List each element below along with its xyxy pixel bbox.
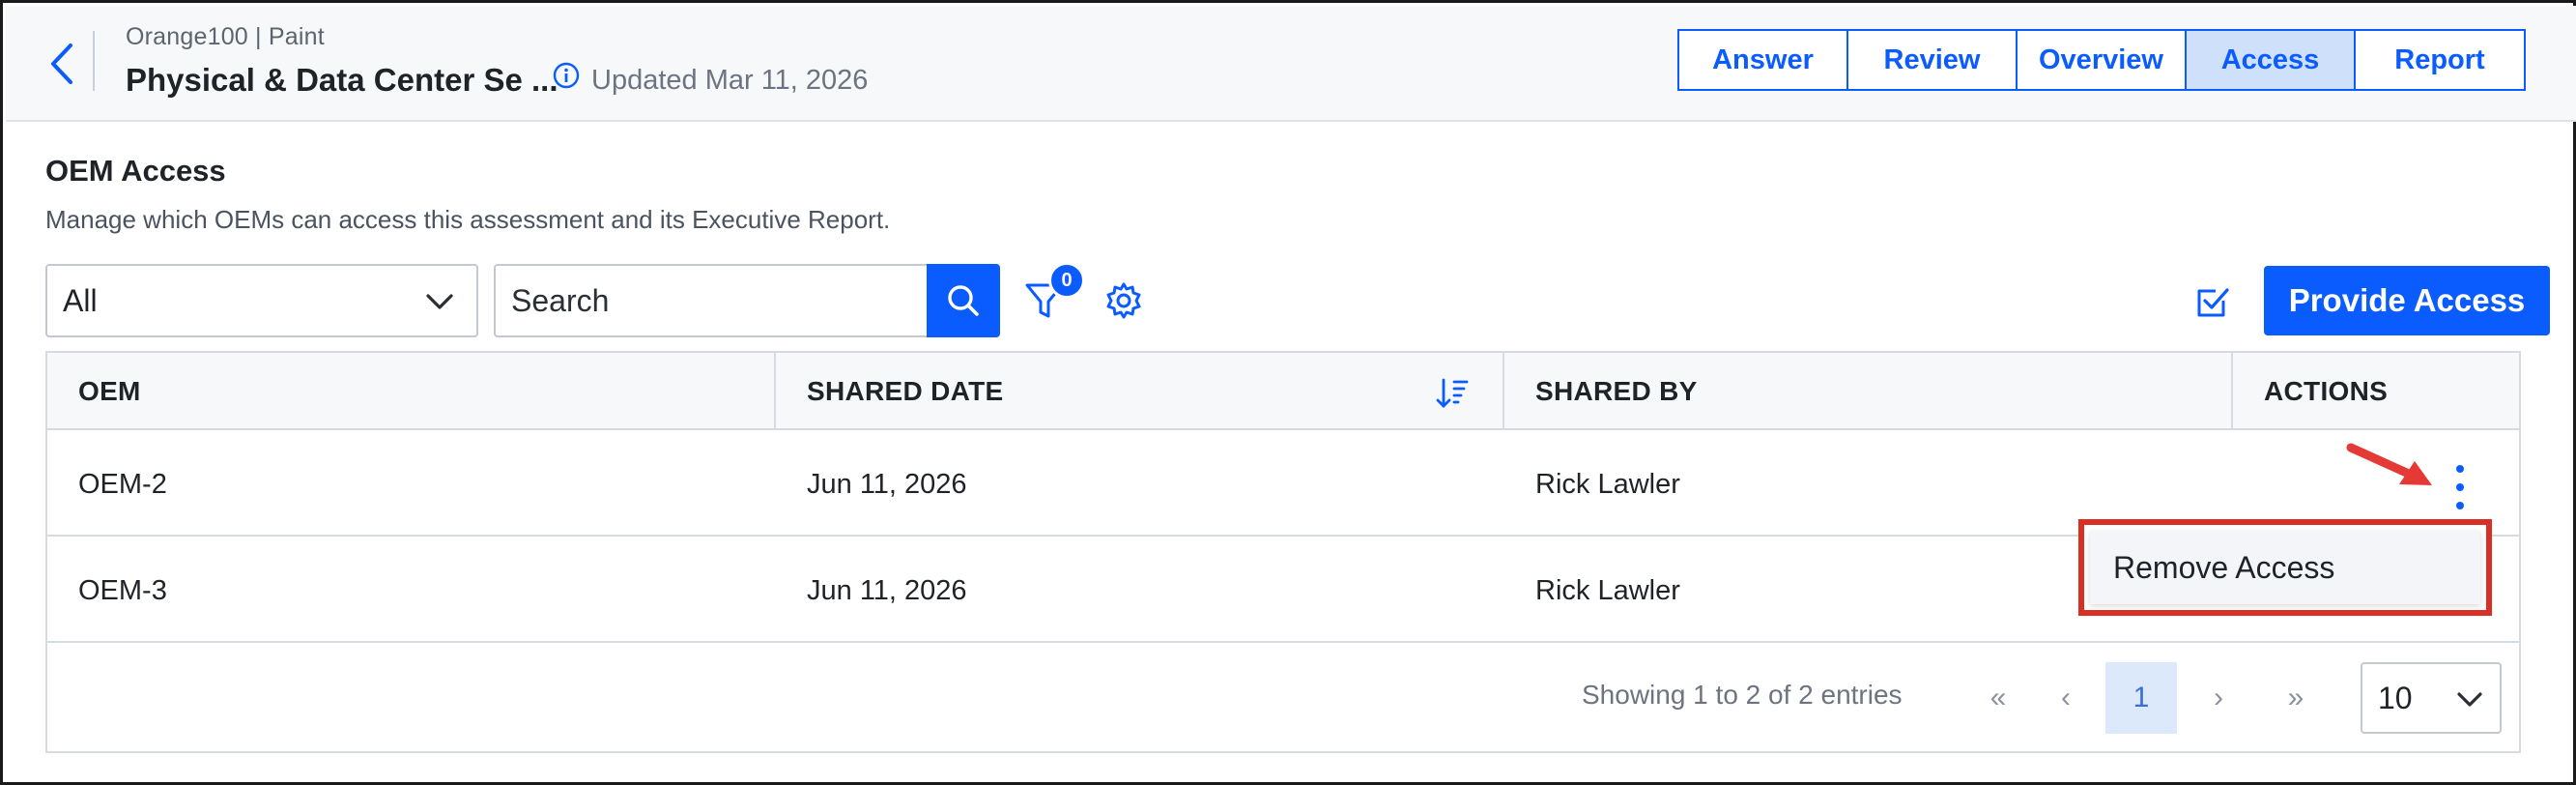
- filter-count-badge: 0: [1048, 262, 1085, 299]
- first-page-button[interactable]: «: [1962, 662, 2034, 734]
- tab-overview[interactable]: Overview: [2018, 31, 2187, 89]
- header-divider: [93, 31, 95, 91]
- remove-access-menu-item[interactable]: Remove Access: [2090, 531, 2480, 604]
- oem-filter-select[interactable]: All: [45, 264, 478, 337]
- next-page-button[interactable]: ›: [2183, 662, 2254, 734]
- cell-shared-by: Rick Lawler: [1535, 574, 1680, 606]
- search-icon: [948, 285, 979, 316]
- column-header-shared-by: SHARED BY: [1535, 376, 1698, 406]
- info-icon[interactable]: [553, 62, 580, 89]
- cell-oem: OEM-3: [78, 574, 167, 606]
- back-button[interactable]: [43, 39, 81, 89]
- tab-report[interactable]: Report: [2356, 31, 2524, 89]
- column-header-oem: OEM: [78, 376, 141, 406]
- section-title: OEM Access: [45, 154, 226, 188]
- annotation-arrow-icon: [2346, 443, 2432, 485]
- checkbox-list-icon[interactable]: [2194, 283, 2231, 320]
- section-description: Manage which OEMs can access this assess…: [45, 205, 891, 234]
- pagination-bar: Showing 1 to 2 of 2 entries « ‹ 1 › » 10: [47, 641, 2519, 751]
- page-title: Physical & Data Center Se ...: [126, 62, 558, 98]
- app-frame: Orange100 | Paint Physical & Data Center…: [0, 0, 2576, 785]
- gear-icon[interactable]: [1104, 281, 1143, 320]
- sort-descending-icon[interactable]: [1435, 376, 1470, 411]
- pagination-summary: Showing 1 to 2 of 2 entries: [1582, 680, 1903, 710]
- last-page-button[interactable]: »: [2260, 662, 2332, 734]
- provide-access-button[interactable]: Provide Access: [2264, 266, 2550, 335]
- cell-shared-by: Rick Lawler: [1535, 468, 1680, 500]
- tab-review[interactable]: Review: [1848, 31, 2018, 89]
- actions-dropdown-menu: Remove Access: [2078, 519, 2492, 616]
- chevron-down-icon: [426, 294, 453, 309]
- previous-page-button[interactable]: ‹: [2030, 662, 2102, 734]
- page-header: Orange100 | Paint Physical & Data Center…: [6, 6, 2576, 122]
- cell-shared-date: Jun 11, 2026: [807, 574, 967, 606]
- kebab-menu-icon[interactable]: [2446, 461, 2475, 513]
- oem-filter-select-value: All: [63, 282, 98, 318]
- table-header: OEM SHARED DATE SHARED BY ACTIONS: [47, 353, 2519, 430]
- page-size-value: 10: [2378, 680, 2413, 715]
- chevron-left-icon: [51, 44, 72, 84]
- search-input[interactable]: [494, 264, 929, 337]
- view-tabs: Answer Review Overview Access Report: [1677, 29, 2526, 91]
- page-1-button[interactable]: 1: [2105, 662, 2177, 734]
- column-header-actions: ACTIONS: [2264, 376, 2389, 406]
- search-button[interactable]: [927, 264, 1000, 337]
- updated-date: Updated Mar 11, 2026: [591, 65, 869, 96]
- cell-shared-date: Jun 11, 2026: [807, 468, 967, 500]
- tab-access[interactable]: Access: [2187, 31, 2356, 89]
- tab-answer[interactable]: Answer: [1679, 31, 1848, 89]
- breadcrumb: Orange100 | Paint: [126, 23, 325, 50]
- page-size-select[interactable]: 10: [2361, 662, 2502, 734]
- column-header-shared-date[interactable]: SHARED DATE: [776, 353, 1503, 430]
- cell-oem: OEM-2: [78, 468, 167, 500]
- chevron-down-icon: [2457, 692, 2482, 707]
